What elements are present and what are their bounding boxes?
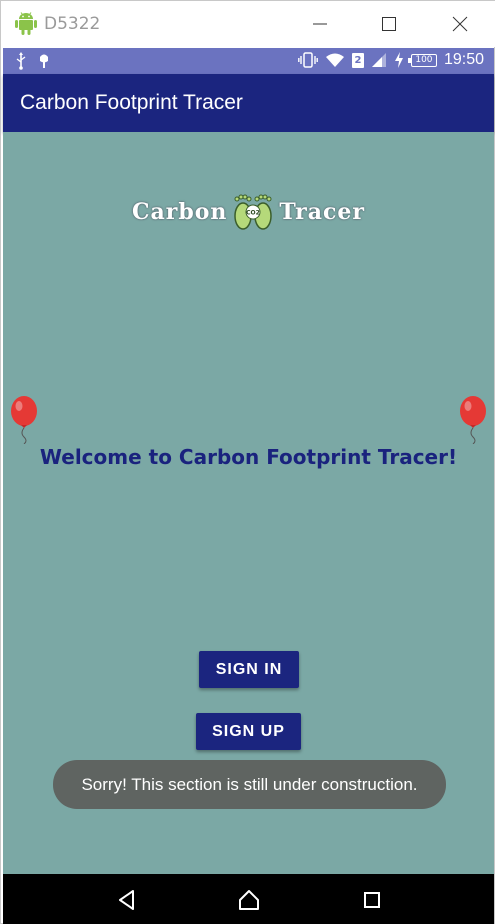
emulator-window: D5322 2 100 19:50 Carbon Footprint Trace… xyxy=(0,0,495,924)
back-button[interactable] xyxy=(114,887,140,913)
minimize-icon xyxy=(313,23,327,25)
wifi-icon xyxy=(325,53,344,67)
maximize-icon xyxy=(382,17,396,31)
signal-icon xyxy=(371,53,386,67)
back-icon xyxy=(119,890,134,910)
home-icon xyxy=(239,890,259,910)
app-bar: Carbon Footprint Tracer xyxy=(3,74,494,132)
sign-up-button[interactable]: SIGN UP xyxy=(196,713,301,750)
status-time: 19:50 xyxy=(443,51,484,68)
battery-indicator: 100 xyxy=(407,53,437,67)
welcome-message: Welcome to Carbon Footprint Tracer! xyxy=(39,445,458,469)
usb-icon xyxy=(16,52,26,70)
app-title: Carbon Footprint Tracer xyxy=(20,91,243,114)
sign-in-button[interactable]: SIGN IN xyxy=(199,651,299,688)
logo-text-right: Tracer xyxy=(279,199,366,225)
main-content: Carbon CO2 Tracer Welcome to Carbon Foot… xyxy=(3,132,494,874)
maximize-button[interactable] xyxy=(371,9,407,39)
minimize-button[interactable] xyxy=(302,9,338,39)
debug-icon xyxy=(40,54,48,68)
recents-button[interactable] xyxy=(359,887,385,913)
home-button[interactable] xyxy=(236,887,262,913)
navigation-bar xyxy=(3,874,494,924)
android-icon xyxy=(15,12,37,35)
balloon-icon-left xyxy=(11,396,37,444)
balloon-icon-right xyxy=(460,396,486,444)
window-title-bar[interactable]: D5322 xyxy=(1,1,495,47)
footprint-icon: CO2 xyxy=(234,194,273,230)
vibrate-icon xyxy=(298,52,318,68)
recents-icon xyxy=(364,892,380,908)
status-bar: 2 100 19:50 xyxy=(3,48,494,74)
toast-message: Sorry! This section is still under const… xyxy=(53,760,446,809)
close-button[interactable] xyxy=(442,9,478,39)
close-icon xyxy=(452,16,468,32)
app-logo: Carbon CO2 Tracer xyxy=(3,187,494,237)
charging-icon xyxy=(394,52,403,68)
logo-text-left: Carbon xyxy=(131,199,228,225)
window-title: D5322 xyxy=(44,14,101,34)
sim-slot-badge: 2 xyxy=(351,52,364,68)
co2-badge-text: CO2 xyxy=(247,210,261,217)
